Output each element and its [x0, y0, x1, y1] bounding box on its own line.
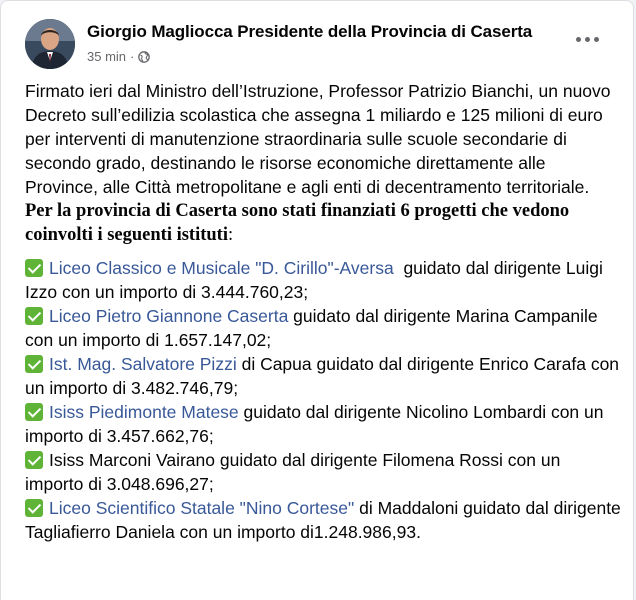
globe-icon: [138, 50, 151, 63]
entry-text: Isiss Marconi Vairano guidato dal dirige…: [25, 450, 561, 494]
institute-link[interactable]: Isiss Piedimonte Matese: [49, 402, 239, 422]
list-item: Liceo Classico e Musicale "D. Cirillo"-A…: [25, 256, 623, 304]
institutes-list: Liceo Classico e Musicale "D. Cirillo"-A…: [25, 256, 623, 544]
institute-link[interactable]: Liceo Scientifico Statale "Nino Cortese": [49, 498, 354, 518]
list-item: Isiss Marconi Vairano guidato dal dirige…: [25, 448, 623, 496]
post-body: Firmato ieri dal Ministro dell’Istruzion…: [25, 79, 623, 544]
more-options-button[interactable]: [569, 27, 605, 51]
check-mark-icon: [25, 403, 43, 421]
post-meta: 35 min ·: [87, 49, 151, 64]
post-header: Giorgio Magliocca Presidente della Provi…: [25, 19, 619, 71]
author-name[interactable]: Giorgio Magliocca Presidente della Provi…: [87, 22, 532, 42]
check-mark-icon: [25, 355, 43, 373]
institute-link[interactable]: Liceo Classico e Musicale "D. Cirillo"-A…: [49, 258, 394, 278]
avatar[interactable]: [25, 19, 75, 69]
check-mark-icon: [25, 499, 43, 517]
check-mark-icon: [25, 259, 43, 277]
post-intro-text: Firmato ieri dal Ministro dell’Istruzion…: [25, 81, 611, 197]
post-card: Giorgio Magliocca Presidente della Provi…: [0, 0, 634, 600]
more-options-icon: [575, 36, 581, 42]
list-item: Liceo Pietro Giannone Caserta guidato da…: [25, 304, 623, 352]
post-bold-title: Per la provincia di Caserta sono stati f…: [25, 201, 570, 245]
list-item: Liceo Scientifico Statale "Nino Cortese"…: [25, 496, 623, 544]
list-item: Ist. Mag. Salvatore Pizzi di Capua guida…: [25, 352, 623, 400]
check-mark-icon: [25, 307, 43, 325]
list-item: Isiss Piedimonte Matese guidato dal diri…: [25, 400, 623, 448]
post-time[interactable]: 35 min: [87, 49, 126, 64]
institute-link[interactable]: Liceo Pietro Giannone Caserta: [49, 306, 288, 326]
institute-link[interactable]: Ist. Mag. Salvatore Pizzi: [49, 354, 237, 374]
meta-separator: ·: [130, 49, 135, 64]
check-mark-icon: [25, 451, 43, 469]
